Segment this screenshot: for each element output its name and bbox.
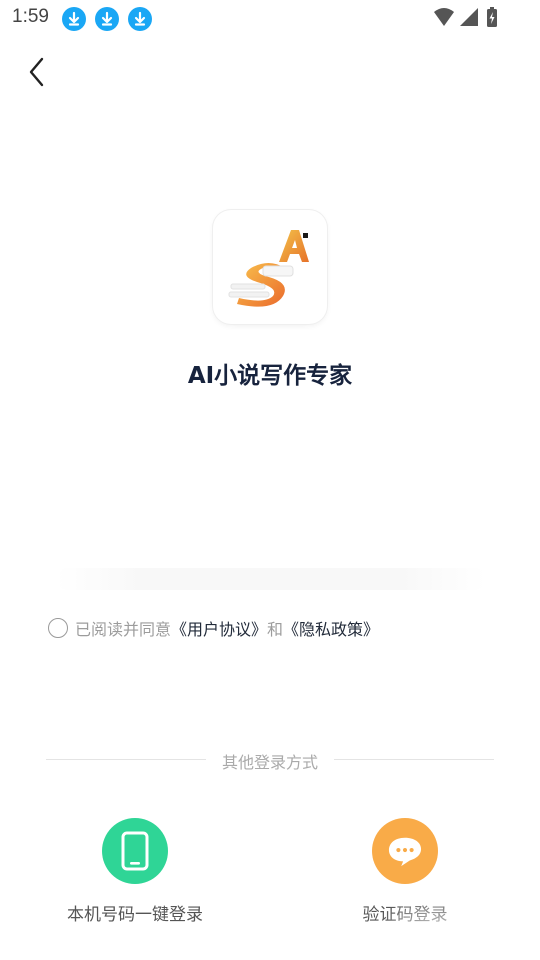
back-arrow-icon — [29, 57, 44, 87]
other-login-divider: 其他登录方式 — [46, 748, 494, 772]
app-logo — [213, 210, 327, 324]
back-button[interactable] — [20, 54, 54, 90]
agreement-row: 已阅读并同意 《用户协议》 和 《隐私政策》 — [48, 616, 379, 640]
signal-icon — [460, 8, 478, 26]
agreement-and: 和 — [267, 620, 284, 639]
one-click-login-button[interactable]: 本机号码一键登录 — [45, 818, 225, 925]
status-time: 1:59 — [12, 6, 49, 27]
battery-icon — [487, 7, 497, 27]
download-icon — [128, 7, 152, 31]
wifi-icon — [434, 8, 454, 26]
privacy-policy-link[interactable]: 《隐私政策》 — [283, 616, 379, 640]
phone-icon — [121, 831, 149, 871]
user-agreement-link[interactable]: 《用户协议》 — [171, 616, 267, 640]
sms-code-login-label: 验证码登录 — [362, 905, 448, 925]
phone-number-underline — [56, 568, 486, 590]
sms-code-login-button[interactable]: 验证码登录 — [315, 818, 495, 925]
one-click-login-label: 本机号码一键登录 — [67, 905, 203, 925]
one-click-login-circle — [102, 818, 168, 884]
other-login-title: 其他登录方式 — [221, 753, 318, 772]
divider-line-right — [334, 759, 494, 760]
chat-bubble-icon — [388, 837, 422, 867]
status-bar: 1:59 — [0, 0, 540, 36]
app-logo-icon — [228, 230, 309, 307]
sms-code-login-circle — [372, 818, 438, 884]
download-icon — [62, 7, 86, 31]
agreement-prefix: 已阅读并同意 — [75, 620, 172, 639]
download-icon — [95, 7, 119, 31]
app-name: AI小说写作专家 — [187, 363, 353, 389]
system-status-icons — [434, 7, 497, 27]
agreement-checkbox[interactable] — [48, 618, 68, 638]
